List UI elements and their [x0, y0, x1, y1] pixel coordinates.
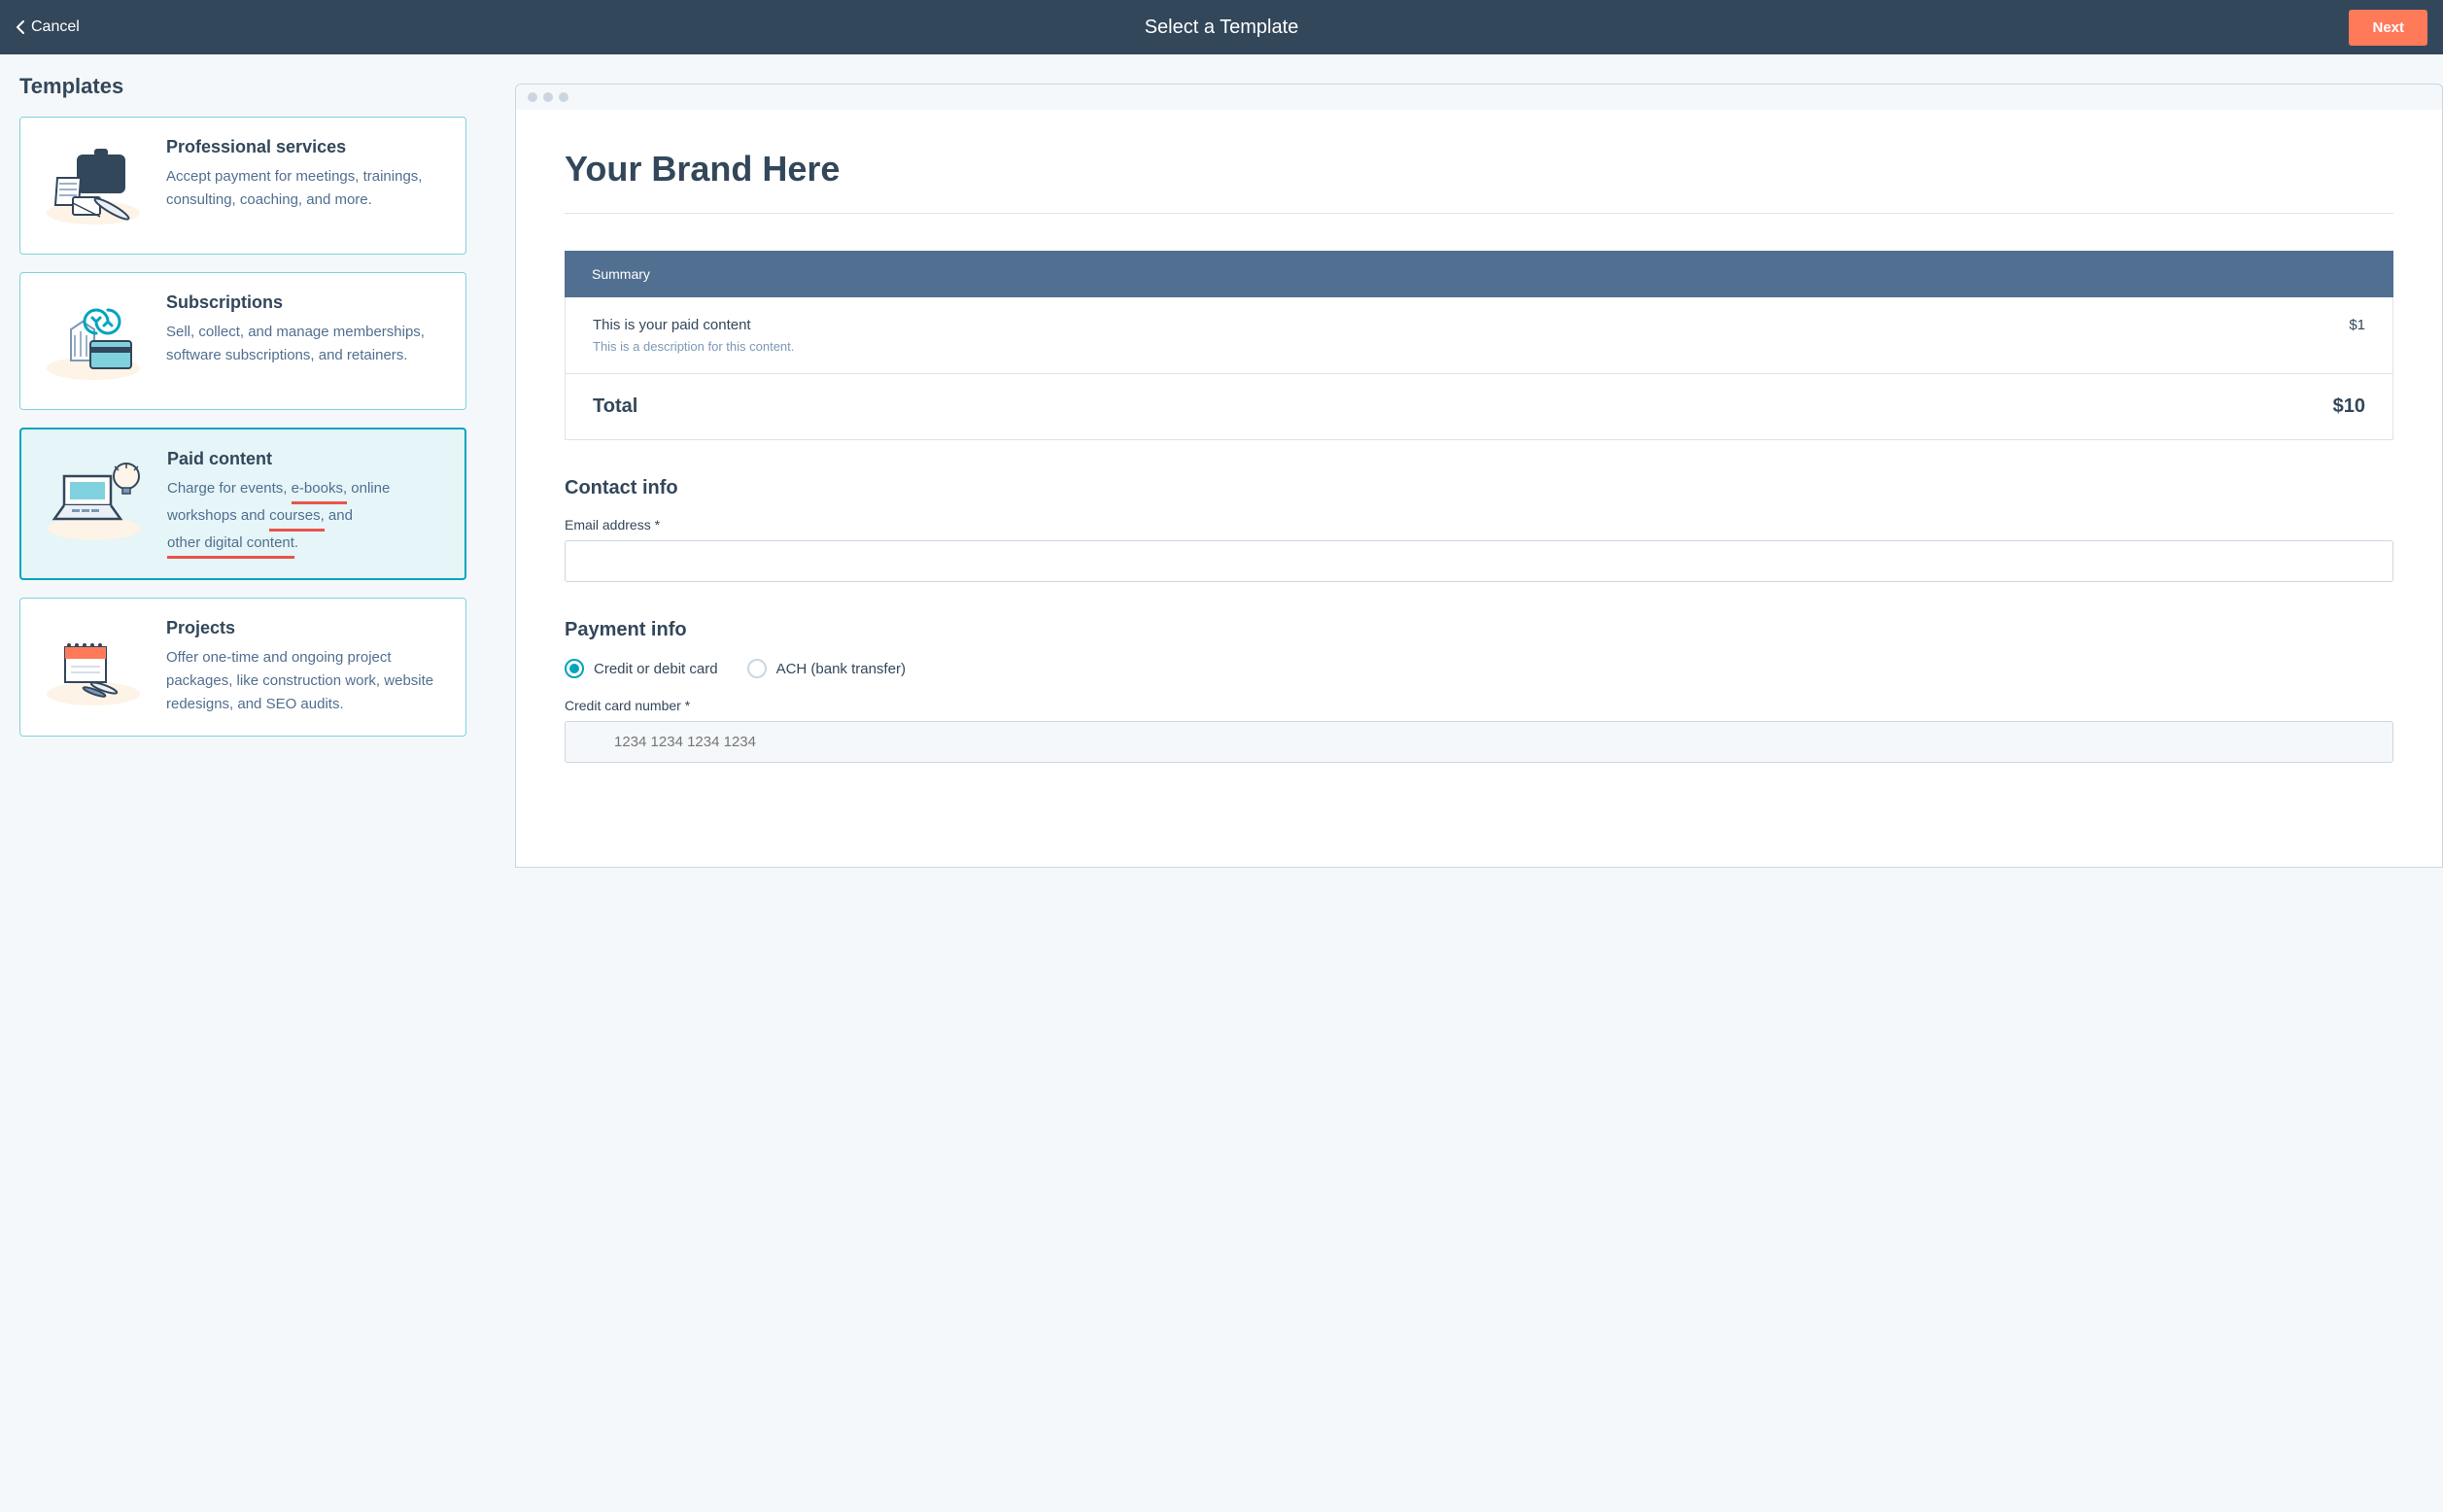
template-desc: Offer one-time and ongoing project packa…: [166, 646, 446, 716]
template-title: Projects: [166, 618, 446, 638]
email-label: Email address *: [565, 517, 2393, 533]
subscriptions-icon: [40, 292, 147, 390]
template-card-projects[interactable]: Projects Offer one-time and ongoing proj…: [19, 598, 466, 737]
email-field[interactable]: [565, 540, 2393, 582]
template-title: Paid content: [167, 449, 445, 469]
template-content: Projects Offer one-time and ongoing proj…: [166, 618, 446, 716]
sidebar-title: Templates: [19, 74, 466, 99]
browser-chrome: [515, 84, 2443, 110]
browser-dot: [559, 92, 568, 102]
cc-label: Credit card number *: [565, 698, 2393, 713]
templates-sidebar: Templates Professional services Accept p…: [0, 54, 486, 868]
total-label: Total: [593, 395, 637, 418]
radio-credit-card[interactable]: Credit or debit card: [565, 659, 718, 678]
summary-header: Summary: [565, 251, 2393, 297]
desc-text: Charge for events,: [167, 480, 292, 497]
template-card-professional-services[interactable]: Professional services Accept payment for…: [19, 117, 466, 255]
template-desc: Accept payment for meetings, trainings, …: [166, 165, 446, 212]
summary-body: This is your paid content This is a desc…: [565, 297, 2393, 440]
template-desc: Charge for events, e-books, online works…: [167, 477, 445, 559]
radio-ach[interactable]: ACH (bank transfer): [747, 659, 906, 678]
brand-title: Your Brand Here: [565, 149, 2393, 214]
template-title: Subscriptions: [166, 292, 446, 313]
preview-content: Your Brand Here Summary This is your pai…: [515, 110, 2443, 868]
summary-item-title: This is your paid content: [593, 317, 794, 333]
template-title: Professional services: [166, 137, 446, 157]
summary-total: Total $10: [566, 374, 2392, 439]
preview-panel: Your Brand Here Summary This is your pai…: [486, 54, 2443, 868]
desc-text: and: [325, 507, 353, 524]
browser-dot: [543, 92, 553, 102]
summary-item: This is your paid content This is a desc…: [566, 297, 2392, 374]
payment-info-title: Payment info: [565, 619, 2393, 641]
summary-item-price: $1: [2349, 317, 2365, 333]
total-value: $10: [2333, 395, 2365, 418]
annotation-underline: other digital content: [167, 532, 294, 559]
radio-label: Credit or debit card: [594, 661, 718, 677]
briefcase-icon: [40, 137, 147, 234]
next-button[interactable]: Next: [2349, 10, 2427, 46]
chevron-left-icon: [16, 19, 25, 35]
cc-input-wrap: [565, 721, 2393, 763]
summary-item-text: This is your paid content This is a desc…: [593, 317, 794, 354]
radio-circle-icon: [747, 659, 767, 678]
annotation-underline: e-books,: [292, 477, 348, 504]
template-content: Professional services Accept payment for…: [166, 137, 446, 234]
desc-text: .: [294, 534, 298, 551]
browser-dot: [528, 92, 537, 102]
cancel-label: Cancel: [31, 18, 80, 36]
template-card-paid-content[interactable]: Paid content Charge for events, e-books,…: [19, 428, 466, 580]
main-content: Templates Professional services Accept p…: [0, 54, 2443, 868]
projects-icon: [40, 618, 147, 715]
laptop-idea-icon: [41, 449, 148, 546]
annotation-underline: courses,: [269, 504, 325, 532]
summary-item-desc: This is a description for this content.: [593, 339, 794, 354]
contact-info-title: Contact info: [565, 477, 2393, 499]
cancel-button[interactable]: Cancel: [16, 18, 80, 36]
radio-circle-icon: [565, 659, 584, 678]
template-desc: Sell, collect, and manage memberships, s…: [166, 321, 446, 367]
template-content: Subscriptions Sell, collect, and manage …: [166, 292, 446, 390]
radio-label: ACH (bank transfer): [776, 661, 906, 677]
template-card-subscriptions[interactable]: Subscriptions Sell, collect, and manage …: [19, 272, 466, 410]
payment-method-radios: Credit or debit card ACH (bank transfer): [565, 659, 2393, 678]
header-bar: Cancel Select a Template Next: [0, 0, 2443, 54]
template-content: Paid content Charge for events, e-books,…: [167, 449, 445, 559]
credit-card-field[interactable]: [565, 721, 2393, 763]
page-title: Select a Template: [1145, 17, 1299, 39]
